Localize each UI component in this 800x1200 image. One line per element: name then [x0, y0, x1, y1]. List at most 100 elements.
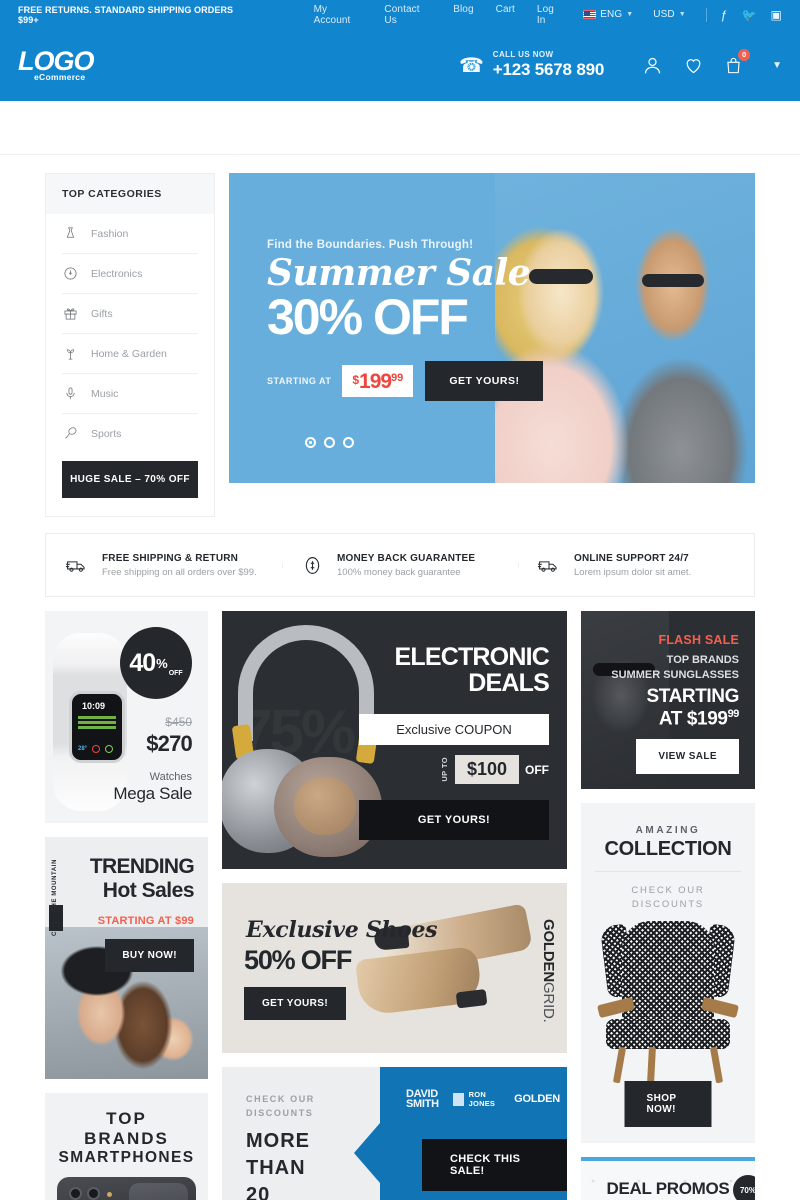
watch-widgets: 28°: [78, 745, 114, 753]
carousel-dot-2[interactable]: [324, 437, 335, 448]
logo-text: LOGO: [18, 46, 94, 77]
badge-number: 40: [129, 648, 156, 677]
truck-icon: [66, 556, 88, 574]
currency-selector[interactable]: USD ▼: [653, 9, 685, 20]
sidebar-label: Gifts: [91, 307, 113, 320]
brands-promo-card[interactable]: CHECK OUR DISCOUNTS MORE THAN 20 BRANDS …: [222, 1067, 567, 1200]
language-label: ENG: [600, 9, 623, 20]
coupon-label: Exclusive COUPON: [359, 714, 549, 745]
chevron-down-icon: ▼: [626, 11, 634, 18]
brands-eyebrow: CHECK OUR DISCOUNTS: [246, 1094, 315, 1118]
service-desc: Free shipping on all orders over $99.: [102, 566, 257, 578]
page-root: FREE RETURNS. STANDARD SHIPPING ORDERS $…: [0, 0, 800, 1200]
facebook-icon[interactable]: ƒ: [721, 9, 728, 21]
service-online-support: ONLINE SUPPORT 24/7 Lorem ipsum dolor si…: [518, 553, 754, 578]
watches-promo-card[interactable]: 10:09 28° 40 % OFF $450 $270 Watches Meg…: [45, 611, 208, 823]
call-us-label: CALL US NOW: [492, 50, 554, 59]
electronics-title-line1: ELECTRONIC: [394, 643, 549, 671]
flash-cta-button[interactable]: VIEW SALE: [636, 739, 739, 774]
phones-line1: TOP: [106, 1109, 147, 1128]
shoes-script-title: Exclusive Shoes: [246, 917, 438, 943]
site-logo[interactable]: LOGO eCommerce: [18, 48, 94, 82]
sidebar-item-fashion[interactable]: Fashion: [62, 214, 198, 254]
shoes-cta-button[interactable]: GET YOURS!: [244, 987, 347, 1020]
nav-contact-us[interactable]: Contact Us: [384, 4, 431, 26]
price-amount: 199: [359, 370, 392, 393]
collection-cta-button[interactable]: SHOP NOW!: [624, 1081, 712, 1127]
sidebar-item-electronics[interactable]: Electronics: [62, 254, 198, 294]
main-content: TOP CATEGORIES Fashion Electronics Gifts…: [0, 155, 800, 1200]
electronics-cta-button[interactable]: GET YOURS!: [359, 800, 549, 840]
flash-sale-card[interactable]: FLASH SALE TOP BRANDS SUMMER SUNGLASSES …: [581, 611, 755, 789]
electronics-deals-card[interactable]: 75% ELECTRONIC DEALS Exclusive COUPON U: [222, 611, 567, 869]
brand-chip: [49, 905, 63, 931]
huge-sale-button[interactable]: HUGE SALE – 70% OFF: [62, 461, 198, 498]
sidebar-item-gifts[interactable]: Gifts: [62, 294, 198, 334]
header-icon-group: 0 ▼: [642, 48, 782, 76]
instagram-icon[interactable]: ▣: [771, 9, 782, 21]
collection-title: COLLECTION: [595, 838, 741, 872]
price-cents: 99: [391, 372, 404, 384]
collection-promo-card[interactable]: AMAZING COLLECTION CHECK OUR DISCOUNTS S…: [581, 803, 755, 1143]
account-icon[interactable]: [642, 55, 663, 76]
nav-log-in[interactable]: Log In: [537, 4, 563, 26]
coin-icon: [302, 555, 323, 576]
collection-eyebrow: AMAZING: [635, 825, 701, 836]
hero-text-block: Find the Boundaries. Push Through! Summe…: [229, 173, 755, 448]
hero-banner: Find the Boundaries. Push Through! Summe…: [229, 173, 755, 483]
truck-icon: [538, 556, 560, 574]
carousel-dot-1[interactable]: [305, 437, 316, 448]
off-label: OFF: [525, 762, 549, 777]
trending-promo-card[interactable]: CLIMB THE MOUNTAIN TRENDING Hot Sales ST…: [45, 837, 208, 1079]
carousel-dots: [305, 437, 755, 448]
hero-price-tag: $ 199 99: [342, 365, 414, 397]
collection-sub-line2: DISCOUNTS: [631, 899, 705, 911]
cart-icon[interactable]: 0: [724, 48, 751, 76]
hero-title: Summer Sale: [267, 252, 531, 294]
top-utility-bar: FREE RETURNS. STANDARD SHIPPING ORDERS $…: [0, 0, 800, 29]
phone-icon: ☎: [458, 54, 484, 77]
call-us-block[interactable]: ☎ CALL US NOW +123 5678 890: [459, 50, 604, 80]
wishlist-heart-icon[interactable]: [683, 55, 704, 76]
sidebar-label: Sports: [91, 427, 122, 440]
smartphones-promo-card[interactable]: TOP BRANDS SMARTPHONES LIMITED TIME ONLY…: [45, 1093, 208, 1200]
nav-my-account[interactable]: My Account: [314, 4, 363, 26]
flash-headline-1: STARTING: [646, 686, 740, 707]
old-price: $450: [165, 715, 192, 729]
shoe-image-bottom: [355, 945, 483, 1017]
electronics-text-block: ELECTRONIC DEALS Exclusive COUPON UP TO …: [359, 643, 550, 840]
carousel-dot-3[interactable]: [343, 437, 354, 448]
sidebar-item-home-garden[interactable]: Home & Garden: [62, 334, 198, 374]
sidebar-item-music[interactable]: Music: [62, 374, 198, 414]
racket-icon: [62, 425, 79, 442]
header-right-group: ☎ CALL US NOW +123 5678 890 0 ▼: [459, 48, 782, 80]
camera-flash-icon: [107, 1192, 112, 1197]
promo-column-right: FLASH SALE TOP BRANDS SUMMER SUNGLASSES …: [581, 611, 755, 1200]
hero-price-row: STARTING AT $ 199 99 GET YOURS!: [267, 361, 755, 401]
trending-price: STARTING AT $99: [97, 915, 194, 927]
armchair-image: [596, 921, 740, 1084]
service-money-back: MONEY BACK GUARANTEE 100% money back gua…: [282, 553, 518, 578]
trending-cta-button[interactable]: BUY NOW!: [105, 939, 194, 972]
sidebar-item-sports[interactable]: Sports: [62, 414, 198, 453]
camera-lens-icon: [87, 1187, 100, 1200]
twitter-icon[interactable]: 🐦: [742, 9, 757, 21]
watch-time: 10:09: [82, 701, 106, 711]
watch-text-lines: [78, 716, 116, 731]
headphone-band: [238, 625, 374, 741]
language-selector[interactable]: ENG ▼: [583, 9, 633, 20]
flash-subtitle: TOP BRANDS SUMMER SUNGLASSES: [611, 653, 739, 684]
cart-chevron-down-icon[interactable]: ▼: [772, 60, 782, 71]
deal-promos-card[interactable]: 50% 70% 30% DEAL PROMOS STARTING AT $99 …: [581, 1157, 755, 1200]
main-nav-strip: [0, 101, 800, 155]
currency-label: USD: [653, 9, 675, 20]
nav-blog[interactable]: Blog: [453, 4, 473, 26]
nav-cart[interactable]: Cart: [496, 4, 515, 26]
topbar-right-group: ENG ▼ USD ▼ ƒ 🐦 ▣: [563, 7, 782, 22]
chair-leg: [647, 1046, 656, 1084]
shoes-promo-card[interactable]: Exclusive Shoes 50% OFF GET YOURS! GOLDE…: [222, 883, 567, 1053]
hero-cta-button[interactable]: GET YOURS!: [425, 361, 544, 401]
gift-icon: [62, 305, 79, 322]
gauge-icon: [62, 265, 79, 282]
brands-cta-button[interactable]: CHECK THIS SALE!: [422, 1139, 567, 1191]
